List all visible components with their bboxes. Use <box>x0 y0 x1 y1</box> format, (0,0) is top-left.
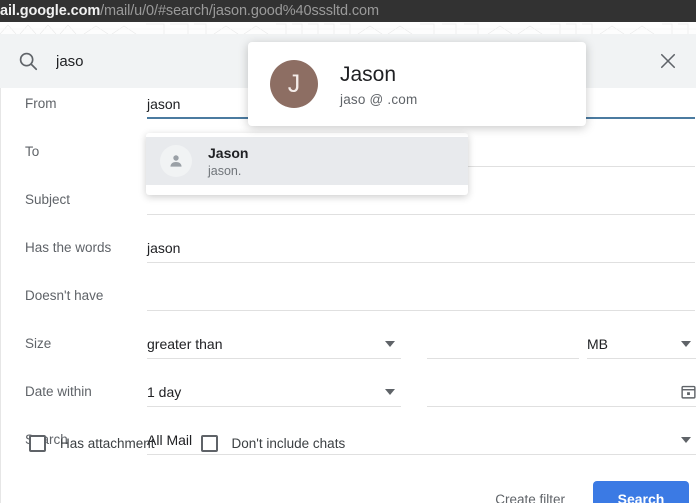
has-attachment-checkbox[interactable]: Has attachment <box>29 434 155 452</box>
label-from: From <box>25 96 57 111</box>
autocomplete-item-email: jason. <box>208 163 242 178</box>
field-group-doesnt-have <box>147 280 696 328</box>
contact-card-email: jaso @ .com <box>340 91 418 107</box>
search-icon[interactable] <box>0 50 56 72</box>
search-row-date-within: Date within 1 day <box>1 376 696 424</box>
url-text: ail.google.com/mail/u/0/#search/jason.go… <box>0 3 379 19</box>
search-button[interactable]: Search wsxdn.com <box>593 480 689 503</box>
has-the-words-input[interactable]: jason <box>147 237 695 263</box>
url-host: ail.google.com <box>0 3 101 19</box>
action-row: Create filter Search wsxdn.com <box>1 473 696 503</box>
size-unit-select[interactable]: MB <box>587 333 696 359</box>
label-has-the-words: Has the words <box>25 240 112 255</box>
field-group-date-within: 1 day <box>147 376 696 424</box>
field-group-has-the-words: jason <box>147 232 696 280</box>
autocomplete-item-text: Jason jason. <box>208 145 248 178</box>
size-amount-input[interactable] <box>427 333 579 359</box>
screen-root: ail.google.com/mail/u/0/#search/jason.go… <box>0 0 696 503</box>
has-the-words-value: jason <box>147 240 181 256</box>
field-group-size: greater than MB <box>147 328 696 376</box>
browser-url-bar[interactable]: ail.google.com/mail/u/0/#search/jason.go… <box>0 0 696 22</box>
label-size: Size <box>25 336 52 351</box>
create-filter-button[interactable]: Create filter <box>495 492 565 503</box>
checkbox-icon[interactable] <box>200 434 218 452</box>
contact-card-popup[interactable]: J Jason jaso @ .com <box>248 42 586 126</box>
doesnt-have-input[interactable] <box>147 285 695 311</box>
chevron-down-icon <box>385 389 395 395</box>
person-icon <box>160 145 192 177</box>
dont-include-chats-checkbox[interactable]: Don't include chats <box>200 434 346 452</box>
size-unit-value: MB <box>587 336 608 352</box>
dont-include-chats-label: Don't include chats <box>231 435 346 451</box>
size-comparator-value: greater than <box>147 336 223 352</box>
contact-card-text: Jason jaso @ .com <box>340 62 417 107</box>
url-path: /mail/u/0/#search/jason.good%40sssltd.co… <box>100 3 379 19</box>
label-date-within: Date within <box>25 384 92 399</box>
chevron-down-icon <box>681 341 691 347</box>
search-row-doesnt-have: Doesn't have <box>1 280 696 328</box>
calendar-icon[interactable] <box>680 383 696 403</box>
has-attachment-label: Has attachment <box>60 435 155 451</box>
checkbox-row: Has attachment Don't include chats <box>1 418 696 468</box>
autocomplete-item[interactable]: Jason jason. <box>146 137 468 185</box>
close-icon[interactable] <box>640 34 696 88</box>
date-range-select[interactable]: 1 day <box>147 381 401 407</box>
size-comparator-select[interactable]: greater than <box>147 333 401 359</box>
contact-card-name: Jason <box>340 62 397 86</box>
checkbox-icon[interactable] <box>29 434 46 452</box>
label-subject: Subject <box>25 192 71 207</box>
from-value: jason <box>147 96 181 112</box>
avatar: J <box>270 60 318 108</box>
label-doesnt-have: Doesn't have <box>25 288 104 303</box>
date-range-value: 1 day <box>147 384 182 400</box>
decorative-pattern-strip <box>0 22 696 34</box>
search-row-has-the-words: Has the words jason <box>1 232 696 280</box>
date-input[interactable] <box>427 381 696 407</box>
search-row-size: Size greater than MB <box>1 328 696 376</box>
chevron-down-icon <box>385 341 395 347</box>
autocomplete-item-name: Jason <box>208 144 249 161</box>
autocomplete-dropdown: Jason jason. <box>146 133 468 195</box>
label-to: To <box>25 144 40 159</box>
